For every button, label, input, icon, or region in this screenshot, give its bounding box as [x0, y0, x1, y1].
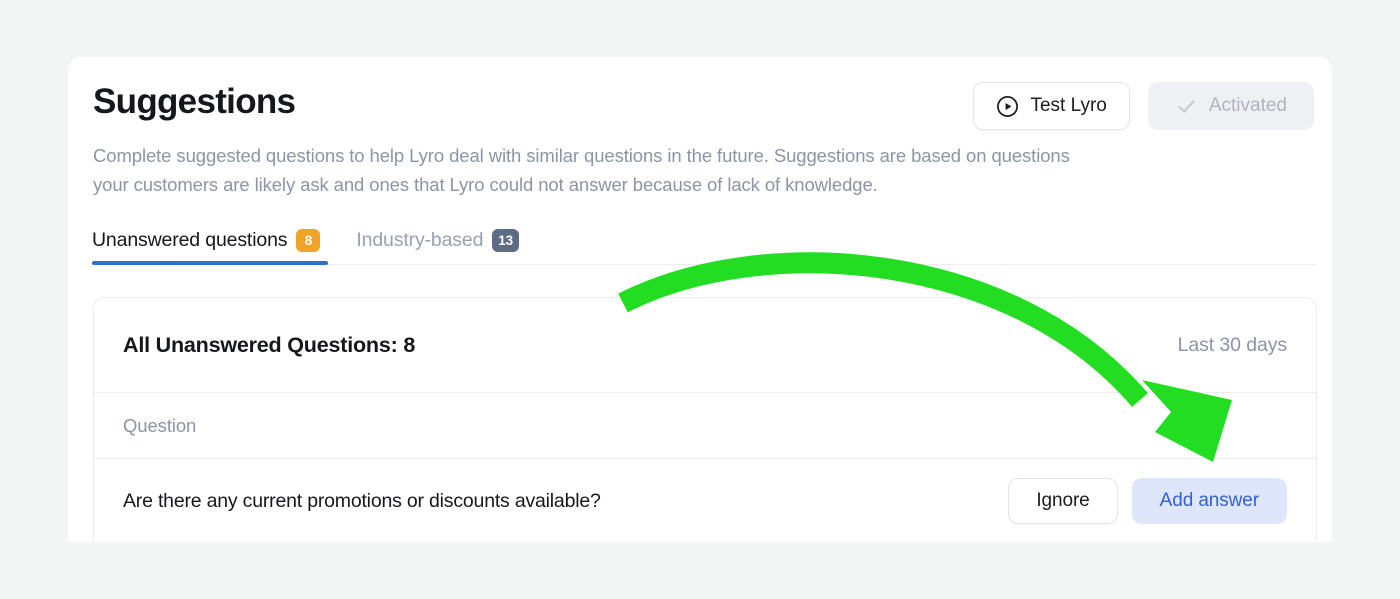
tab-bar: Unanswered questions 8 Industry-based 13	[92, 217, 1316, 265]
play-circle-icon	[996, 95, 1019, 118]
table-period-label[interactable]: Last 30 days	[1178, 334, 1287, 357]
tab-unanswered-questions-label: Unanswered questions	[92, 229, 288, 251]
test-lyro-label: Test Lyro	[1030, 95, 1107, 116]
tab-industry-based-label: Industry-based	[356, 229, 484, 251]
tab-unanswered-questions[interactable]: Unanswered questions 8	[92, 217, 329, 265]
table-column-header: Question	[94, 393, 1316, 459]
header-actions: Test Lyro Activated	[973, 82, 1314, 130]
page-description: Complete suggested questions to help Lyr…	[93, 145, 1070, 195]
check-icon	[1175, 95, 1198, 118]
test-lyro-button[interactable]: Test Lyro	[973, 82, 1130, 130]
page-title: Suggestions	[93, 82, 296, 121]
ignore-button[interactable]: Ignore	[1008, 478, 1118, 524]
questions-table: All Unanswered Questions: 8 Last 30 days…	[93, 297, 1317, 542]
tab-industry-based[interactable]: Industry-based 13	[342, 217, 527, 264]
table-row: Are there any current promotions or disc…	[94, 459, 1316, 542]
tab-industry-based-badge: 13	[492, 229, 519, 252]
column-header-question: Question	[123, 414, 197, 436]
add-answer-button[interactable]: Add answer	[1131, 478, 1287, 524]
table-summary-title: All Unanswered Questions: 8	[123, 332, 416, 357]
row-question-text: Are there any current promotions or disc…	[123, 489, 601, 512]
activated-label: Activated	[1208, 95, 1287, 116]
table-summary-row: All Unanswered Questions: 8 Last 30 days	[94, 298, 1316, 393]
tab-unanswered-questions-badge: 8	[296, 229, 321, 252]
row-actions: Ignore Add answer	[1008, 478, 1287, 524]
suggestions-card: Suggestions Test Lyro Activated Complete…	[68, 57, 1332, 542]
activated-button[interactable]: Activated	[1147, 82, 1314, 130]
card-header: Suggestions Test Lyro Activated Complete…	[68, 57, 1332, 207]
